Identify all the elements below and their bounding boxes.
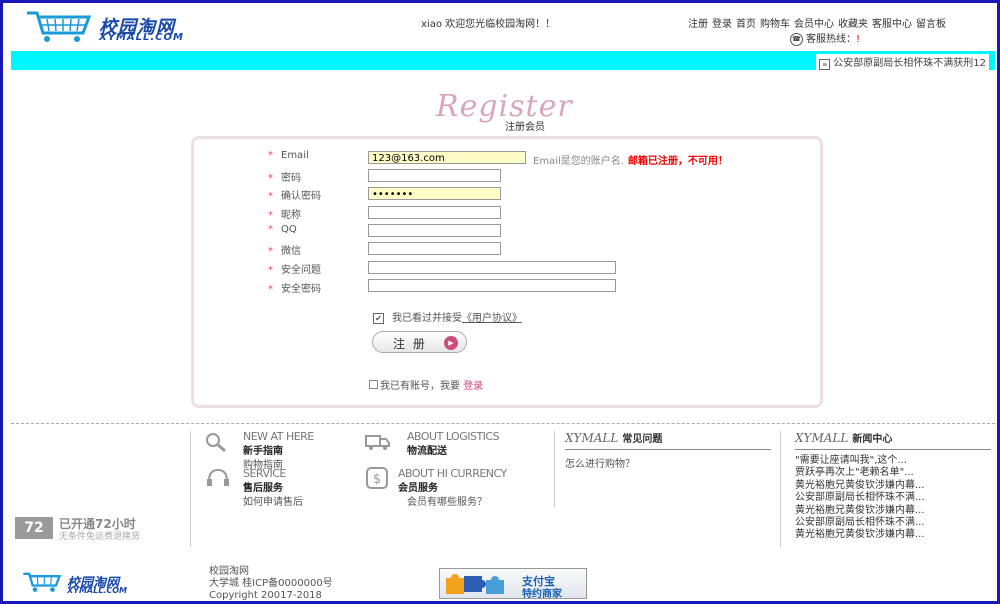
service-member-link[interactable]: 会员有哪些服务？ xyxy=(407,493,487,508)
agreement-row: ✔ 我已看过并接受《用户协议》 xyxy=(373,309,522,324)
col-divider-2 xyxy=(554,431,555,507)
login-link[interactable]: 登录 xyxy=(463,381,483,392)
nav-service-center[interactable]: 客服中心 xyxy=(872,19,912,30)
wechat-input[interactable] xyxy=(368,242,501,255)
nav-home[interactable]: 首页 xyxy=(736,19,756,30)
faq-item[interactable]: 怎么进行购物？ xyxy=(565,455,635,470)
welcome-text: xiao 欢迎您光临校园淘网！！ xyxy=(421,19,556,30)
nickname-input[interactable] xyxy=(368,206,501,219)
alipay-line2: 特约商家 xyxy=(522,589,562,600)
phone-icon: ☎ xyxy=(790,32,803,46)
security-answer-label: * 安全密码 xyxy=(268,284,321,295)
headset-icon xyxy=(207,468,229,486)
puzzle-icon xyxy=(446,574,504,594)
agree-text: 我已看过并接受 xyxy=(392,313,462,324)
email-input[interactable]: 123@163.com xyxy=(368,151,526,164)
news-item[interactable]: 公安部原副局长相怀珠不满... xyxy=(795,517,925,529)
svg-text:$: $ xyxy=(373,472,381,487)
email-hint: Email是您的账户名. 邮箱已注册，不可用！ xyxy=(533,152,728,167)
confirm-password-label: * 确认密码 xyxy=(268,191,321,202)
badge-number: 72 xyxy=(15,517,53,539)
agree-checkbox[interactable]: ✔ xyxy=(373,312,384,324)
footer-icp: 大学城 桂ICP备0000000号 xyxy=(209,578,333,589)
truck-icon xyxy=(365,435,390,450)
password-label: * 密码 xyxy=(268,173,301,184)
news-list: "需要让座请叫我",这个... 贾跃亭再次上"老赖名单"... 黄光裕胞兄黄俊钦… xyxy=(795,455,925,542)
col-divider-3 xyxy=(780,431,781,547)
register-title-cn: 注册会员 xyxy=(505,122,545,133)
faq-heading: XYMALL 常见问题 xyxy=(565,431,663,445)
top-nav: 注册 登录 首页 购物车 会员中心 收藏夹 客服中心 留言板 xyxy=(688,15,950,30)
site-logo[interactable]: 校园淘网 XYMALL.COM xyxy=(23,9,243,45)
security-question-input[interactable] xyxy=(368,261,616,274)
register-button[interactable]: 注 册 ▶ xyxy=(372,331,467,353)
ticker-text: 公安部原副局长相怀珠不满获刑12 xyxy=(833,58,986,69)
qq-label: * QQ xyxy=(268,224,297,235)
service-new-cn: 新手指南 xyxy=(243,446,283,457)
service-after-cn: 售后服务 xyxy=(243,483,283,494)
news-item[interactable]: 公安部原副局长相怀珠不满... xyxy=(795,492,925,504)
email-label: * Email xyxy=(268,150,309,161)
nickname-label: * 昵称 xyxy=(268,210,301,221)
hotline-label: 客服热线： xyxy=(806,34,856,45)
logo-text-en: XYMALL.COM xyxy=(99,32,184,43)
news-item[interactable]: 黄光裕胞兄黄俊钦涉嫌内幕... xyxy=(795,505,925,517)
user-agreement-link[interactable]: 《用户协议》 xyxy=(462,313,522,324)
footer-logo-en: XYMALL.COM xyxy=(67,586,127,595)
confirm-password-input[interactable]: ••••••• xyxy=(368,187,501,200)
nav-member-center[interactable]: 会员中心 xyxy=(794,19,834,30)
service-member-cn: 会员服务 xyxy=(398,483,438,494)
login-prompt-icon xyxy=(369,380,378,389)
news-item[interactable]: 贾跃亭再次上"老赖名单"... xyxy=(795,467,925,479)
footer-site-name: 校园淘网 xyxy=(209,566,249,577)
wechat-label: * 微信 xyxy=(268,246,301,257)
nav-login[interactable]: 登录 xyxy=(712,19,732,30)
password-input[interactable] xyxy=(368,169,501,182)
nav-register[interactable]: 注册 xyxy=(688,19,708,30)
footer-cart-icon xyxy=(23,572,62,592)
service-after-link[interactable]: 如何申请售后 xyxy=(243,493,303,508)
col-divider-1 xyxy=(190,431,191,547)
register-button-label: 注 册 xyxy=(393,337,427,351)
security-answer-input[interactable] xyxy=(368,279,616,292)
qq-input[interactable] xyxy=(368,224,501,237)
hotline: ☎ 客服热线：! xyxy=(790,30,860,46)
email-hint-text: Email是您的账户名. xyxy=(533,156,624,167)
announcement-bar: ≡ 公安部原副局长相怀珠不满获刑12 xyxy=(11,51,995,70)
footer-logo[interactable]: 校园淘网 XYMALL.COM xyxy=(21,570,161,596)
news-ticker[interactable]: ≡ 公安部原副局长相怀珠不满获刑12 xyxy=(816,54,989,70)
footer-copyright: Copyright 20017-2018 xyxy=(209,590,322,601)
news-icon: ≡ xyxy=(819,59,831,70)
cart-logo-icon xyxy=(27,11,92,42)
hotline-value: ! xyxy=(856,34,861,45)
login-prompt: 我已有账号，我要 登录 xyxy=(369,377,483,392)
email-error: 邮箱已注册，不可用！ xyxy=(627,156,728,167)
footer-info: 校园淘网 大学城 桂ICP备0000000号 Copyright 20017-2… xyxy=(209,566,333,601)
footer-divider xyxy=(11,423,995,424)
news-item[interactable]: "需要让座请叫我",这个... xyxy=(795,455,925,467)
page-frame: 校园淘网 XYMALL.COM xiao 欢迎您光临校园淘网！！ 注册 登录 首页购… xyxy=(0,0,1000,604)
nav-cart[interactable]: 购物车 xyxy=(760,19,790,30)
badge-subtitle: 无条件免运费退换货 xyxy=(59,532,141,542)
have-account-text: 我已有账号，我要 xyxy=(380,381,460,392)
security-question-label: * 安全问题 xyxy=(268,265,321,276)
magnifier-icon xyxy=(206,433,226,453)
faq-rule xyxy=(565,449,771,450)
pointer-icon: ▶ xyxy=(444,336,458,350)
news-item[interactable]: 黄光裕胞兄黄俊钦涉嫌内幕... xyxy=(795,480,925,492)
service-logistics-cn: 物流配送 xyxy=(407,446,447,457)
nav-favorites[interactable]: 收藏夹 xyxy=(838,19,868,30)
news-heading: XYMALL 新闻中心 xyxy=(795,431,893,445)
news-item[interactable]: 黄光裕胞兄黄俊钦涉嫌内幕... xyxy=(795,529,925,541)
news-rule xyxy=(795,449,991,450)
currency-icon: $ xyxy=(366,467,388,489)
alipay-badge[interactable]: 支付宝 特约商家 xyxy=(439,568,587,600)
nav-message-board[interactable]: 留言板 xyxy=(916,19,946,30)
